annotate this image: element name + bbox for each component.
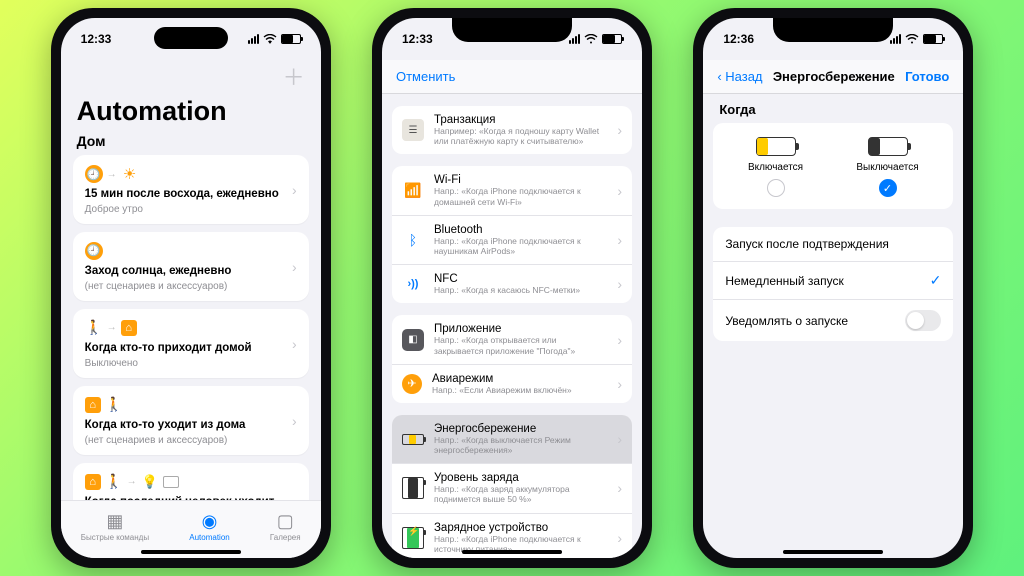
toggle-switch[interactable] xyxy=(905,310,941,331)
app-icon: ◧ xyxy=(402,329,424,351)
bulb-icon: 💡 xyxy=(141,473,159,491)
charger-icon xyxy=(402,527,424,549)
automation-card[interactable]: 🕘 Заход солнца, ежедневно (нет сценариев… xyxy=(73,232,309,301)
cellular-icon xyxy=(890,34,901,44)
chevron-icon: › xyxy=(292,182,297,198)
nav-bar: ‹ Назад Энергосбережение Готово xyxy=(703,60,963,94)
chevron-icon: › xyxy=(617,183,622,199)
home-icon: ⌂ xyxy=(121,320,137,336)
airplane-icon: ✈ xyxy=(402,374,422,394)
back-button[interactable]: ‹ Назад xyxy=(717,69,762,84)
chevron-icon: › xyxy=(617,480,622,496)
trigger-row-wifi[interactable]: 📶 Wi-FiНапр.: «Когда iPhone подключается… xyxy=(392,166,632,215)
nfc-icon: ›)) xyxy=(402,273,424,295)
add-button[interactable]: ＋ xyxy=(283,60,305,92)
chevron-icon: › xyxy=(292,259,297,275)
option-turns-on[interactable]: Включается xyxy=(748,137,803,197)
cancel-button[interactable]: Отменить xyxy=(396,69,455,84)
chevron-icon: › xyxy=(617,530,622,546)
battery-icon xyxy=(602,34,622,44)
trigger-row-nfc[interactable]: ›)) NFCНапр.: «Когда я касаюсь NFC-метки… xyxy=(392,265,632,303)
cellular-icon xyxy=(248,34,259,44)
option-turns-off[interactable]: Выключается ✓ xyxy=(856,137,918,197)
low-power-icon xyxy=(402,434,424,445)
trigger-row-transaction[interactable]: ☰ ТранзакцияНапример: «Когда я подношу к… xyxy=(392,106,632,154)
wifi-icon: 📶 xyxy=(402,180,424,202)
battery-icon xyxy=(923,34,943,44)
chevron-icon: › xyxy=(292,413,297,429)
chevron-icon: › xyxy=(617,122,622,138)
trigger-row-battery-level[interactable]: Уровень зарядаНапр.: «Когда заряд аккуму… xyxy=(392,464,632,513)
tab-gallery[interactable]: ▢Галерея xyxy=(270,511,301,542)
automation-card[interactable]: ⌂🚶 Когда кто-то уходит из дома (нет сцен… xyxy=(73,386,309,455)
page-title: Automation xyxy=(61,96,321,133)
automation-card[interactable]: 🕘→☀ 15 мин после восхода, ежедневно Добр… xyxy=(73,155,309,224)
trigger-row-bluetooth[interactable]: ᛒ BluetoothНапр.: «Когда iPhone подключа… xyxy=(392,216,632,265)
chevron-icon: › xyxy=(617,431,622,447)
nav-bar: Отменить xyxy=(382,60,642,94)
battery-on-icon xyxy=(756,137,796,156)
clock: 12:33 xyxy=(81,32,112,46)
dynamic-island xyxy=(154,27,228,49)
battery-icon xyxy=(281,34,301,44)
phone-2: 12:33 Отменить ☰ ТранзакцияНапример: «Ко… xyxy=(372,8,652,568)
phone-3: 12:36 ‹ Назад Энергосбережение Готово Ко… xyxy=(693,8,973,568)
option-run-immediately[interactable]: Немедленный запуск✓ xyxy=(713,262,953,300)
wifi-icon xyxy=(584,34,598,44)
person-icon: 🚶 xyxy=(105,473,123,491)
radio-off[interactable] xyxy=(767,179,785,197)
battery-level-icon xyxy=(402,477,424,499)
tab-shortcuts[interactable]: ▦Быстрые команды xyxy=(81,511,149,542)
wifi-icon xyxy=(263,34,277,44)
home-icon: ⌂ xyxy=(85,397,101,413)
chevron-icon: › xyxy=(617,276,622,292)
checkmark-icon: ✓ xyxy=(930,272,942,289)
trigger-row-app[interactable]: ◧ ПриложениеНапр.: «Когда открывается ил… xyxy=(392,315,632,364)
clock-icon: 🕘 xyxy=(85,165,103,183)
automation-card[interactable]: ⌂🚶→💡 Когда последний человек уходит из д… xyxy=(73,463,309,500)
done-button[interactable]: Готово xyxy=(905,69,949,84)
automation-card[interactable]: 🚶→⌂ Когда кто-то приходит домой Выключен… xyxy=(73,309,309,378)
option-ask-before-run[interactable]: Запуск после подтверждения xyxy=(713,227,953,262)
person-icon: 🚶 xyxy=(85,319,103,337)
battery-off-icon xyxy=(868,137,908,156)
trigger-row-airplane[interactable]: ✈ АвиарежимНапр.: «Если Авиарежим включё… xyxy=(392,365,632,403)
wallet-icon: ☰ xyxy=(402,119,424,141)
home-indicator[interactable] xyxy=(141,550,241,554)
clock: 12:33 xyxy=(402,32,433,46)
tab-automation[interactable]: ◉Automation xyxy=(189,511,229,542)
clock-icon: 🕘 xyxy=(85,242,103,260)
home-icon: ⌂ xyxy=(85,474,101,490)
cellular-icon xyxy=(569,34,580,44)
phone-1: 12:33 ＋ Automation Дом 🕘→☀ 15 мин после … xyxy=(51,8,331,568)
chevron-icon: › xyxy=(617,332,622,348)
bluetooth-icon: ᛒ xyxy=(402,229,424,251)
option-notify-on-run[interactable]: Уведомлять о запуске xyxy=(713,300,953,341)
wifi-icon xyxy=(905,34,919,44)
chevron-icon: › xyxy=(617,376,622,392)
section-header: Дом xyxy=(61,133,321,155)
trigger-row-lowpower[interactable]: ЭнергосбережениеНапр.: «Когда выключаетс… xyxy=(392,415,632,464)
section-header: Когда xyxy=(713,94,953,123)
display-icon xyxy=(163,476,179,488)
person-icon: 🚶 xyxy=(105,396,123,414)
nav-title: Энергосбережение xyxy=(773,69,895,84)
home-indicator[interactable] xyxy=(783,550,883,554)
chevron-icon: › xyxy=(617,232,622,248)
notch xyxy=(452,18,572,42)
notch xyxy=(773,18,893,42)
clock: 12:36 xyxy=(723,32,754,46)
home-indicator[interactable] xyxy=(462,550,562,554)
chevron-icon: › xyxy=(292,336,297,352)
sun-icon: ☀ xyxy=(121,165,139,183)
when-options: Включается Выключается ✓ xyxy=(713,123,953,209)
radio-on[interactable]: ✓ xyxy=(879,179,897,197)
